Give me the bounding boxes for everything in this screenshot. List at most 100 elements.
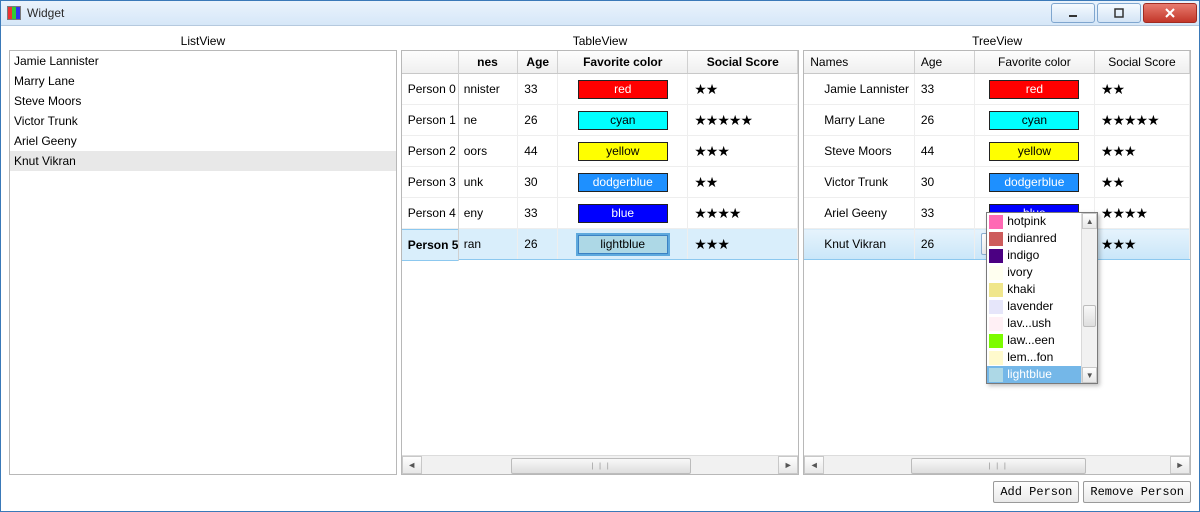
cell-score[interactable]: ★★ [688,167,798,198]
table-row[interactable]: ne26cyan★★★★★ [458,105,798,136]
dropdown-option[interactable]: law...een [987,332,1082,349]
dropdown-option[interactable]: hotpink [987,213,1082,230]
cell-score[interactable]: ★★★ [1094,136,1189,167]
color-dropdown[interactable]: hotpinkindianredindigoivorykhakilavender… [986,212,1098,384]
scroll-left-icon[interactable]: ◄ [402,456,422,474]
scroll-right-icon[interactable]: ► [778,456,798,474]
cell-age[interactable]: 44 [914,136,974,167]
cell-name[interactable]: nnister [458,74,518,105]
treeview-h-scrollbar[interactable]: ◄ | | | ► [804,455,1190,474]
dropdown-option[interactable]: indianred [987,230,1082,247]
cell-color[interactable]: blue [558,198,688,229]
cell-color[interactable]: red [974,74,1094,105]
scroll-thumb[interactable]: | | | [511,458,691,474]
cell-color[interactable]: red [558,74,688,105]
tableview-rowheader[interactable]: Person 0 [402,74,458,105]
remove-person-button[interactable]: Remove Person [1083,481,1191,503]
scroll-up-icon[interactable]: ▲ [1082,213,1097,229]
tableview-col-names[interactable]: nes [458,51,518,74]
cell-score[interactable]: ★★ [688,74,798,105]
dropdown-option[interactable]: indigo [987,247,1082,264]
cell-score[interactable]: ★★★ [688,229,798,260]
scroll-thumb[interactable] [1083,305,1096,327]
dropdown-v-scrollbar[interactable]: ▲▼ [1081,213,1097,383]
cell-age[interactable]: 26 [914,229,974,260]
tree-row[interactable]: Victor Trunk30dodgerblue★★ [804,167,1189,198]
cell-score[interactable]: ★★★★ [688,198,798,229]
cell-score[interactable]: ★★★★★ [688,105,798,136]
cell-score[interactable]: ★★★★ [1094,198,1189,229]
cell-age[interactable]: 33 [914,74,974,105]
scroll-thumb[interactable]: | | | [911,458,1086,474]
cell-age[interactable]: 33 [914,198,974,229]
cell-name[interactable]: oors [458,136,518,167]
cell-age[interactable]: 44 [518,136,558,167]
cell-score[interactable]: ★★★★★ [1094,105,1189,136]
cell-name[interactable]: ne [458,105,518,136]
maximize-button[interactable] [1097,3,1141,23]
scroll-left-icon[interactable]: ◄ [804,456,824,474]
cell-age[interactable]: 30 [914,167,974,198]
list-item[interactable]: Marry Lane [10,71,396,91]
add-person-button[interactable]: Add Person [993,481,1079,503]
cell-name[interactable]: Marry Lane [804,105,914,136]
table-row[interactable]: unk30dodgerblue★★ [458,167,798,198]
tableview-rowheader[interactable]: Person 3 [402,167,458,198]
treeview-col-age[interactable]: Age [914,51,974,74]
cell-name[interactable]: Ariel Geeny [804,198,914,229]
list-item[interactable]: Steve Moors [10,91,396,111]
cell-name[interactable]: eny [458,198,518,229]
tree-row[interactable]: Jamie Lannister33red★★ [804,74,1189,105]
tableview-col-age[interactable]: Age [518,51,558,74]
treeview-col-names[interactable]: Names [804,51,914,74]
tableview-rowheader[interactable]: Person 1 [402,105,458,136]
cell-age[interactable]: 26 [518,105,558,136]
cell-age[interactable]: 30 [518,167,558,198]
treeview-col-score[interactable]: Social Score [1094,51,1189,74]
dropdown-option[interactable]: lem...fon [987,349,1082,366]
list-item[interactable]: Knut Vikran [10,151,396,171]
scroll-down-icon[interactable]: ▼ [1082,367,1097,383]
tableview-rowheader[interactable]: Person 2 [402,136,458,167]
cell-color[interactable]: dodgerblue [558,167,688,198]
cell-age[interactable]: 26 [914,105,974,136]
dropdown-option[interactable]: ivory [987,264,1082,281]
cell-color[interactable]: yellow [974,136,1094,167]
tableview-rowheader[interactable]: Person 4 [402,198,458,229]
cell-score[interactable]: ★★ [1094,74,1189,105]
table-row[interactable]: ran26lightblue★★★ [458,229,798,260]
cell-age[interactable]: 33 [518,198,558,229]
cell-age[interactable]: 26 [518,229,558,260]
cell-color[interactable]: lightblue [558,229,688,260]
list-item[interactable]: Jamie Lannister [10,51,396,71]
cell-name[interactable]: ran [458,229,518,260]
cell-age[interactable]: 33 [518,74,558,105]
tree-row[interactable]: Marry Lane26cyan★★★★★ [804,105,1189,136]
list-item[interactable]: Ariel Geeny [10,131,396,151]
listview[interactable]: Jamie LannisterMarry LaneSteve MoorsVict… [9,50,397,475]
cell-name[interactable]: Jamie Lannister [804,74,914,105]
cell-score[interactable]: ★★★ [1094,229,1189,260]
scroll-right-icon[interactable]: ► [1170,456,1190,474]
table-row[interactable]: nnister33red★★ [458,74,798,105]
table-row[interactable]: oors44yellow★★★ [458,136,798,167]
cell-name[interactable]: Knut Vikran [804,229,914,260]
tableview-h-scrollbar[interactable]: ◄ | | | ► [402,455,799,474]
treeview[interactable]: Names Age Favorite color Social Score Ja… [803,50,1191,475]
tableview-rowheader[interactable]: Person 5 [402,229,458,261]
cell-score[interactable]: ★★ [1094,167,1189,198]
tableview-col-color[interactable]: Favorite color [558,51,688,74]
table-row[interactable]: eny33blue★★★★ [458,198,798,229]
dropdown-option[interactable]: khaki [987,281,1082,298]
cell-name[interactable]: unk [458,167,518,198]
cell-name[interactable]: Victor Trunk [804,167,914,198]
cell-score[interactable]: ★★★ [688,136,798,167]
tableview-col-score[interactable]: Social Score [688,51,798,74]
cell-color[interactable]: dodgerblue [974,167,1094,198]
dropdown-option[interactable]: lavender [987,298,1082,315]
list-item[interactable]: Victor Trunk [10,111,396,131]
close-button[interactable] [1143,3,1197,23]
dropdown-option[interactable]: lightblue [987,366,1082,383]
dropdown-option[interactable]: lav...ush [987,315,1082,332]
cell-color[interactable]: yellow [558,136,688,167]
